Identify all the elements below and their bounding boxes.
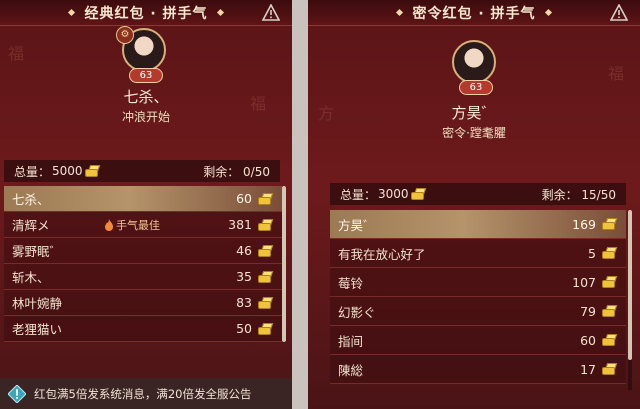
claim-amount: 83 xyxy=(236,295,252,310)
warning-icon[interactable] xyxy=(610,4,628,21)
list-item[interactable]: 指间 60 xyxy=(330,326,626,355)
coin-icon xyxy=(602,334,618,346)
claim-amount: 79 xyxy=(580,303,596,319)
title-dot-left xyxy=(396,8,404,17)
claimer-name: 陳総 xyxy=(338,362,364,378)
level-badge: 63 xyxy=(459,80,493,95)
title-dot-right xyxy=(544,8,552,17)
total-label: 总量： xyxy=(340,187,377,202)
claim-amount: 17 xyxy=(580,361,596,377)
total-value: 5000 xyxy=(52,164,83,178)
list-item[interactable]: 老狸猫い 50 xyxy=(4,316,282,342)
coin-icon xyxy=(410,188,427,200)
coin-icon xyxy=(602,218,618,230)
best-luck-label: 手气最佳 xyxy=(104,217,160,233)
coin-icon xyxy=(602,363,618,375)
left-panel-title: 经典红包 · 拼手气 xyxy=(84,5,208,22)
total-value: 3000 xyxy=(378,187,409,201)
scrollbar-thumb[interactable] xyxy=(282,186,286,342)
claimer-name: 幻影ぐ xyxy=(338,304,376,320)
list-item[interactable]: 幻影ぐ 79 xyxy=(330,297,626,326)
claim-amount: 50 xyxy=(236,321,252,336)
list-scrollbar-right[interactable] xyxy=(628,210,632,390)
claimer-name: 方昊゛ xyxy=(338,217,376,233)
claimer-name: 指间 xyxy=(338,333,364,349)
sender-name-right: 方昊゛ xyxy=(451,104,497,122)
sender-message-left: 冲浪开始 xyxy=(121,110,170,124)
claimer-name: 林叶婉静 xyxy=(12,296,63,311)
panel-divider xyxy=(292,0,308,409)
list-item[interactable]: 林叶婉静 83 xyxy=(4,290,282,316)
claimer-name: 有我在放心好了 xyxy=(338,246,426,262)
claimer-name: 斩木、 xyxy=(12,270,50,285)
level-badge: 63 xyxy=(129,68,163,83)
info-icon[interactable] xyxy=(8,384,26,403)
list-item[interactable]: 有我在放心好了 5 xyxy=(330,239,626,268)
sender-avatar-left[interactable]: ⚙ 63 xyxy=(116,26,170,84)
claimer-name: 雾野眠゛ xyxy=(12,244,63,259)
badge-icon: ⚙ xyxy=(116,26,134,44)
list-item[interactable]: 莓铃 107 xyxy=(330,268,626,297)
stats-bar-right: 总量： 3000 剩余： 15/50 xyxy=(330,183,626,205)
coin-icon xyxy=(84,165,101,177)
remaining-count: 剩余： 15/50 xyxy=(541,187,616,202)
claim-amount: 381 xyxy=(228,217,252,232)
left-title-bar: 经典红包 · 拼手气 xyxy=(0,0,292,26)
list-item[interactable]: 方昊゛ 169 xyxy=(330,210,626,239)
claimer-name: 七杀、 xyxy=(12,192,50,207)
title-dot-left xyxy=(68,8,76,17)
stats-bar-left: 总量： 5000 剩余： 0/50 xyxy=(4,160,280,182)
right-title-bar: 密令红包 · 拼手气 xyxy=(308,0,640,26)
coin-icon xyxy=(258,296,274,309)
best-luck-text: 手气最佳 xyxy=(116,218,160,232)
coin-icon xyxy=(602,247,618,259)
claim-amount: 60 xyxy=(580,332,596,348)
list-item[interactable]: 斩木、 35 xyxy=(4,264,282,290)
claimer-name: 老狸猫い xyxy=(12,322,63,337)
coin-icon xyxy=(258,322,274,335)
coin-icon xyxy=(258,270,274,283)
coin-icon xyxy=(258,192,274,205)
claim-amount: 60 xyxy=(236,191,252,206)
scrollbar-thumb[interactable] xyxy=(628,210,632,360)
list-item[interactable]: 清辉メ 手气最佳 381 xyxy=(4,212,282,238)
right-red-packet-panel: 方 福 密令红包 · 拼手气 63 方昊゛ 密令·蹚耄臞 总量： 3000 剩余… xyxy=(308,0,640,409)
list-scrollbar-left[interactable] xyxy=(282,186,286,342)
list-item[interactable]: 陳総 17 xyxy=(330,355,626,384)
claim-list-left[interactable]: 七杀、 60 清辉メ 手气最佳 381 雾野眠゛ 46 斩木、 35 林叶婉静 … xyxy=(4,186,282,342)
remaining-count: 剩余： 0/50 xyxy=(203,164,270,179)
avatar xyxy=(452,40,496,84)
sender-message-right: 密令·蹚耄臞 xyxy=(442,126,506,140)
title-dot-right xyxy=(216,8,224,17)
right-panel-title: 密令红包 · 拼手气 xyxy=(412,5,536,22)
total-label: 总量： xyxy=(14,164,51,179)
claim-list-right[interactable]: 方昊゛ 169 有我在放心好了 5 莓铃 107 幻影ぐ 79 指间 60 陳総… xyxy=(330,210,626,384)
claim-amount: 46 xyxy=(236,243,252,258)
claim-amount: 169 xyxy=(572,216,596,232)
warning-icon[interactable] xyxy=(262,4,280,21)
coin-icon xyxy=(258,218,274,231)
footer-notice: 红包满5倍发系统消息，满20倍发全服公告 xyxy=(0,378,292,409)
coin-icon xyxy=(602,305,618,317)
flame-icon xyxy=(105,218,113,231)
coin-icon xyxy=(602,276,618,288)
sender-name-left: 七杀、 xyxy=(123,88,169,106)
coin-icon xyxy=(258,244,274,257)
claim-amount: 35 xyxy=(236,269,252,284)
claim-amount: 5 xyxy=(588,245,596,261)
claim-amount: 107 xyxy=(572,274,596,290)
left-red-packet-panel: 福 福 经典红包 · 拼手气 ⚙ 63 七杀、 冲浪开始 总量： 5000 剩余… xyxy=(0,0,292,409)
footer-text: 红包满5倍发系统消息，满20倍发全服公告 xyxy=(34,386,252,401)
claimer-name: 莓铃 xyxy=(338,275,364,291)
list-item[interactable]: 雾野眠゛ 46 xyxy=(4,238,282,264)
sender-avatar-right[interactable]: 63 xyxy=(452,40,500,96)
list-item[interactable]: 七杀、 60 xyxy=(4,186,282,212)
